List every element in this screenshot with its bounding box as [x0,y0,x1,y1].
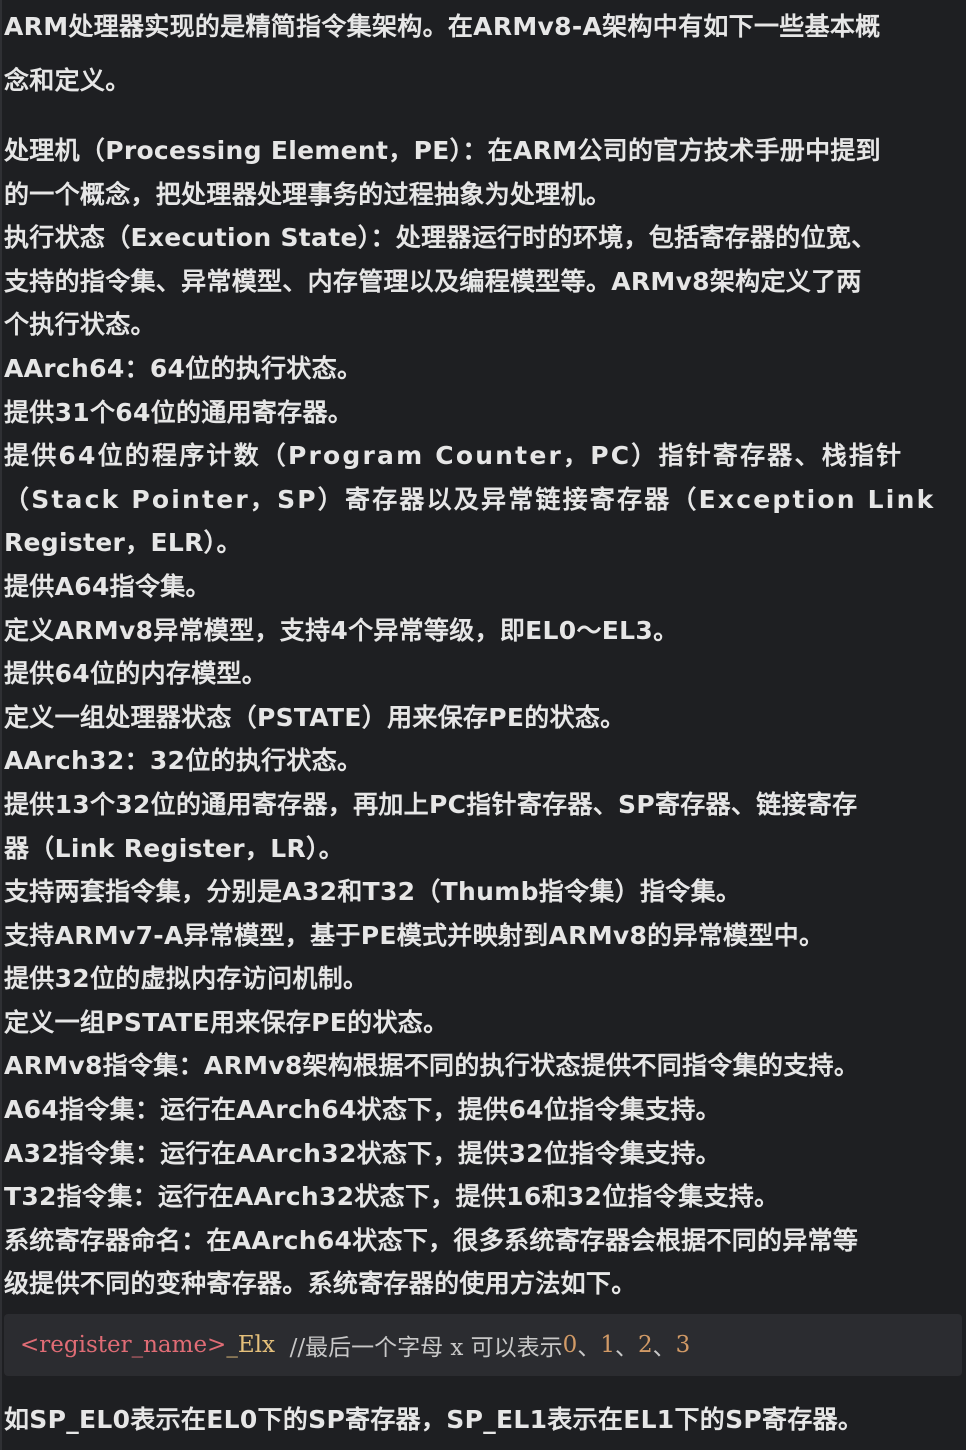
text-line: 定义ARMv8异常模型，支持4个异常等级，即EL0～EL3。 [4,615,679,645]
text-line: 执行状态（Execution State）：处理器运行时的环境，包括寄存器的位宽… [4,223,877,253]
left-border [0,0,2,1450]
text-line: AArch64：64位的执行状态。 [4,353,363,383]
footer-line: 如SP_EL0表示在EL0下的SP寄存器，SP_EL1表示在EL1下的SP寄存器… [4,1405,864,1435]
code-separator: 、 [577,1335,601,1362]
code-register-tag: <register_name> [20,1332,227,1359]
body-text: 处理机（Processing Element，PE）：在ARM公司的官方技术手册… [4,129,966,1306]
code-number-0: 0 [562,1332,578,1359]
text-line: 级提供不同的变种寄存器。系统寄存器的使用方法如下。 [4,1269,637,1299]
text-line: AArch32：32位的执行状态。 [4,746,363,776]
intro-line-1: ARM处理器实现的是精简指令集架构。在ARMv8-A架构中有如下一些基本概 [4,12,881,41]
text-line: A64指令集：运行在AArch64状态下，提供64位指令集支持。 [4,1095,721,1125]
text-line: 定义一组PSTATE用来保存PE的状态。 [4,1007,449,1037]
text-line: （Stack Pointer，SP）寄存器以及异常链接寄存器（Exception… [4,484,936,514]
intro-line-2: 念和定义。 [4,66,131,95]
text-line: 的一个概念，把处理器处理事务的过程抽象为处理机。 [4,179,612,209]
text-line: 支持两套指令集，分别是A32和T32（Thumb指令集）指令集。 [4,877,742,907]
text-line: Register，ELR）。 [4,528,242,558]
text-line: 个执行状态。 [4,310,156,340]
text-line: 支持ARMv7-A异常模型，基于PE模式并映射到ARMv8的异常模型中。 [4,920,825,950]
text-line: 提供32位的虚拟内存访问机制。 [4,964,369,994]
text-line: 器（Link Register，LR）。 [4,833,345,863]
text-line: ARMv8指令集：ARMv8架构根据不同的执行状态提供不同指令集的支持。 [4,1051,860,1081]
text-line: A32指令集：运行在AArch32状态下，提供32位指令集支持。 [4,1138,721,1168]
code-el-suffix: _Elx [226,1332,275,1359]
text-line: 定义一组处理器状态（PSTATE）用来保存PE的状态。 [4,702,626,732]
text-line: 提供13个32位的通用寄存器，再加上PC指针寄存器、SP寄存器、链接寄存 [4,789,858,819]
code-comment: //最后一个字母 x 可以表示 [274,1335,563,1362]
text-line: 提供64位的程序计数（Program Counter，PC）指针寄存器、栈指针 [4,441,904,471]
text-line: 提供A64指令集。 [4,571,211,601]
code-number-1: 1 [600,1332,615,1359]
document-page: ARM处理器实现的是精简指令集架构。在ARMv8-A架构中有如下一些基本概 念和… [0,0,966,1450]
code-number-3: 3 [675,1332,691,1359]
code-separator: 、 [652,1335,676,1362]
code-number-2: 2 [637,1332,653,1359]
code-separator: 、 [614,1335,638,1362]
code-block[interactable]: <register_name> _Elx //最后一个字母 x 可以表示 0、 1、 2… [4,1314,962,1377]
intro-paragraph: ARM处理器实现的是精简指令集架构。在ARMv8-A架构中有如下一些基本概 念和… [4,0,966,108]
text-line: 处理机（Processing Element，PE）：在ARM公司的官方技术手册… [4,136,881,165]
text-line: 支持的指令集、异常模型、内存管理以及编程模型等。ARMv8架构定义了两 [4,266,862,296]
text-line: 系统寄存器命名：在AArch64状态下，很多系统寄存器会根据不同的异常等 [4,1225,859,1255]
text-line: 提供64位的内存模型。 [4,659,268,689]
text-line: 提供31个64位的通用寄存器。 [4,397,354,427]
text-line: T32指令集：运行在AArch32状态下，提供16和32位指令集支持。 [4,1182,780,1212]
